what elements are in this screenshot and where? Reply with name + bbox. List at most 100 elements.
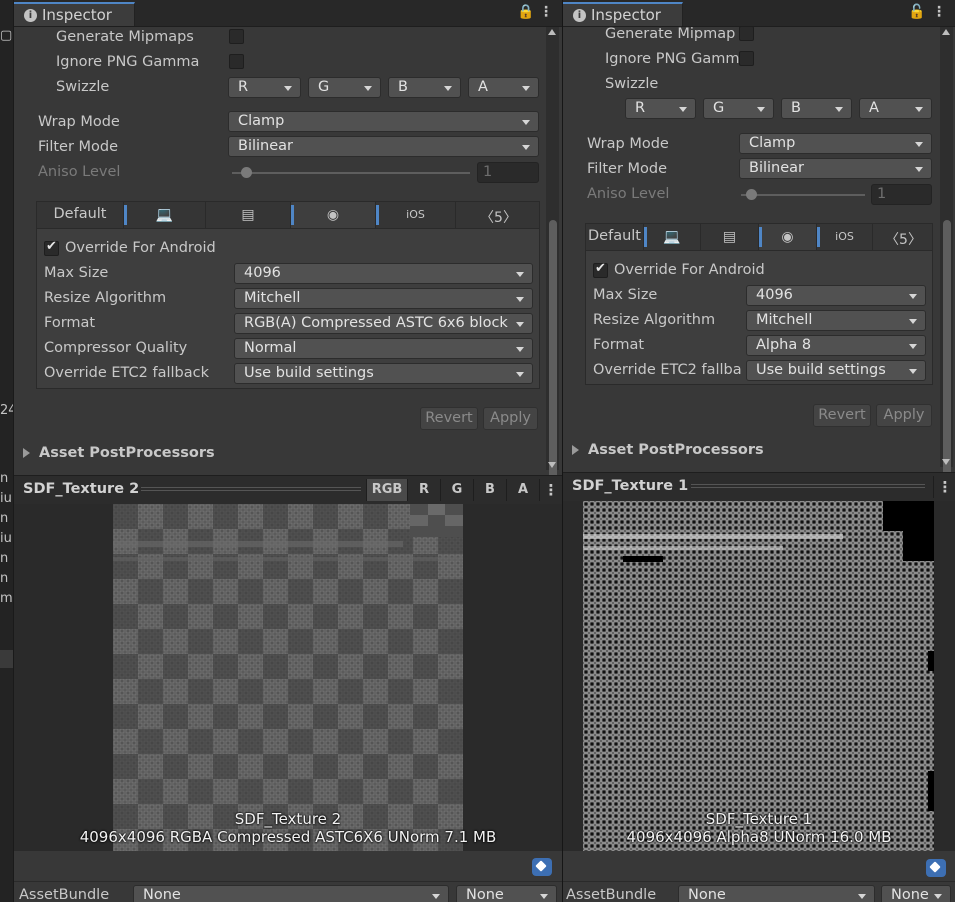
drag-handle[interactable]: [691, 484, 925, 485]
compressor-quality-label: Compressor Quality: [44, 340, 188, 356]
scrollbar-thumb[interactable]: [943, 220, 951, 478]
tab-server[interactable]: ▤: [701, 224, 759, 250]
tab-android[interactable]: ◉: [759, 224, 817, 250]
tab-webgl[interactable]: 〈5〉: [873, 224, 934, 250]
strip-selection: [0, 650, 13, 668]
inspector-panel-left: i Inspector 🔒 ⋮ Generate Mipmaps Ignore …: [14, 0, 562, 902]
asset-postprocessors-foldout[interactable]: Asset PostProcessors: [39, 445, 215, 461]
filter-mode-dropdown[interactable]: Bilinear: [228, 136, 539, 157]
scroll-down-icon[interactable]: [942, 459, 950, 465]
asset-bundle-dropdown[interactable]: None: [133, 885, 449, 902]
preview-kebab-icon[interactable]: ⋮: [933, 476, 955, 498]
ignore-png-gamma-checkbox[interactable]: [229, 54, 244, 69]
foldout-arrow-icon[interactable]: [23, 448, 30, 458]
swizzle-a-dropdown[interactable]: A: [468, 77, 539, 98]
tab-standalone[interactable]: 💻: [124, 202, 206, 228]
channel-a-button[interactable]: A: [506, 479, 539, 501]
tab-webgl[interactable]: 〈5〉: [456, 202, 541, 228]
channel-g-button[interactable]: G: [440, 479, 473, 501]
inspector-tab[interactable]: i Inspector: [563, 2, 683, 26]
preview-kebab-icon[interactable]: ⋮: [539, 479, 562, 501]
aniso-level-field[interactable]: 1: [477, 162, 539, 183]
override-android-label: Override For Android: [65, 240, 216, 256]
max-size-dropdown[interactable]: 4096: [746, 285, 926, 306]
resize-algorithm-dropdown[interactable]: Mitchell: [234, 288, 533, 309]
aniso-slider-track[interactable]: [741, 194, 865, 196]
aniso-slider-knob[interactable]: [241, 167, 252, 178]
aniso-level-field[interactable]: 1: [871, 184, 932, 205]
inspector-scrollbar[interactable]: [546, 27, 559, 482]
texture-preview-area: SDF_Texture 2 4096x4096 RGBA Compressed …: [14, 504, 562, 851]
ignore-png-gamma-checkbox[interactable]: [739, 51, 754, 66]
scroll-up-icon[interactable]: [942, 29, 950, 35]
tab-server[interactable]: ▤: [206, 202, 291, 228]
tab-default[interactable]: Default: [37, 202, 124, 228]
inspector-tab[interactable]: i Inspector: [14, 2, 135, 26]
filter-mode-dropdown[interactable]: Bilinear: [739, 158, 932, 179]
drag-handle[interactable]: [141, 487, 361, 488]
swizzle-g-dropdown[interactable]: G: [308, 77, 381, 98]
swizzle-b-dropdown[interactable]: B: [388, 77, 461, 98]
lock-icon[interactable]: 🔓: [908, 4, 925, 20]
swizzle-g-dropdown[interactable]: G: [703, 98, 774, 119]
platform-settings-box: Default 💻 ▤ ◉ iOS 〈5〉 Override For Andro…: [36, 201, 540, 389]
swizzle-r-dropdown[interactable]: R: [228, 77, 301, 98]
aniso-slider-track[interactable]: [232, 172, 470, 174]
asset-postprocessors-foldout[interactable]: Asset PostProcessors: [588, 442, 764, 458]
apply-button[interactable]: Apply: [876, 404, 932, 427]
preview-caption-info: 4096x4096 RGBA Compressed ASTC6X6 UNorm …: [79, 828, 497, 846]
wrap-mode-dropdown[interactable]: Clamp: [228, 111, 539, 132]
generate-mipmaps-label: Generate Mipmaps: [56, 29, 194, 45]
preview-footer: [563, 851, 955, 881]
channel-b-button[interactable]: B: [473, 479, 506, 501]
apply-button[interactable]: Apply: [483, 407, 538, 430]
format-dropdown[interactable]: Alpha 8: [746, 335, 926, 356]
wrap-mode-dropdown[interactable]: Clamp: [739, 133, 932, 154]
asset-bundle-label: AssetBundle: [19, 887, 110, 902]
tab-default[interactable]: Default: [586, 224, 644, 250]
asset-bundle-dropdown[interactable]: None: [678, 885, 875, 902]
swizzle-r-dropdown[interactable]: R: [625, 98, 696, 119]
aniso-slider-knob[interactable]: [746, 189, 757, 200]
override-etc2-dropdown[interactable]: Use build settings: [234, 363, 533, 384]
lock-icon[interactable]: 🔒: [517, 4, 534, 20]
tab-ios[interactable]: iOS: [817, 224, 873, 250]
platform-tabs: Default 💻 ▤ ◉ iOS 〈5〉: [37, 202, 539, 229]
channel-r-button[interactable]: R: [407, 479, 440, 501]
scrollbar-thumb[interactable]: [549, 220, 557, 482]
resize-algorithm-dropdown[interactable]: Mitchell: [746, 310, 926, 331]
override-android-checkbox[interactable]: [593, 261, 608, 278]
channel-rgb-button[interactable]: RGB: [366, 479, 407, 501]
generate-mipmaps-checkbox[interactable]: [229, 29, 244, 44]
foldout-arrow-icon[interactable]: [572, 445, 579, 455]
kebab-menu-icon[interactable]: ⋮: [932, 4, 946, 20]
strip-row: iu: [0, 531, 12, 546]
asset-bundle-variant-dropdown[interactable]: None: [456, 885, 557, 902]
scroll-down-icon[interactable]: [548, 462, 556, 468]
asset-label-icon[interactable]: [532, 858, 552, 876]
revert-button[interactable]: Revert: [420, 407, 478, 430]
generate-mipmaps-checkbox[interactable]: [739, 26, 754, 41]
override-android-label: Override For Android: [614, 262, 765, 278]
strip-frame-icon: ▢: [0, 28, 13, 43]
revert-button[interactable]: Revert: [813, 404, 871, 427]
asset-bundle-variant-dropdown[interactable]: None: [881, 885, 951, 902]
tab-ios[interactable]: iOS: [376, 202, 456, 228]
inspector-tab-label: Inspector: [591, 6, 661, 24]
swizzle-b-dropdown[interactable]: B: [781, 98, 852, 119]
server-icon: ▤: [722, 229, 737, 245]
swizzle-a-dropdown[interactable]: A: [859, 98, 932, 119]
kebab-menu-icon[interactable]: ⋮: [539, 4, 553, 20]
tab-android[interactable]: ◉: [291, 202, 376, 228]
compressor-quality-dropdown[interactable]: Normal: [234, 338, 533, 359]
scroll-up-icon[interactable]: [548, 29, 556, 35]
inspector-scrollbar[interactable]: [940, 27, 953, 478]
asset-label-icon[interactable]: [926, 859, 946, 877]
override-etc2-dropdown[interactable]: Use build settings: [746, 360, 926, 381]
max-size-dropdown[interactable]: 4096: [234, 263, 533, 284]
preview-caption-name: SDF_Texture 1: [705, 810, 813, 828]
override-android-checkbox[interactable]: [44, 239, 59, 256]
tab-standalone[interactable]: 💻: [644, 224, 701, 250]
format-dropdown[interactable]: RGB(A) Compressed ASTC 6x6 block: [234, 313, 533, 334]
html5-icon: 〈5〉: [885, 232, 922, 248]
